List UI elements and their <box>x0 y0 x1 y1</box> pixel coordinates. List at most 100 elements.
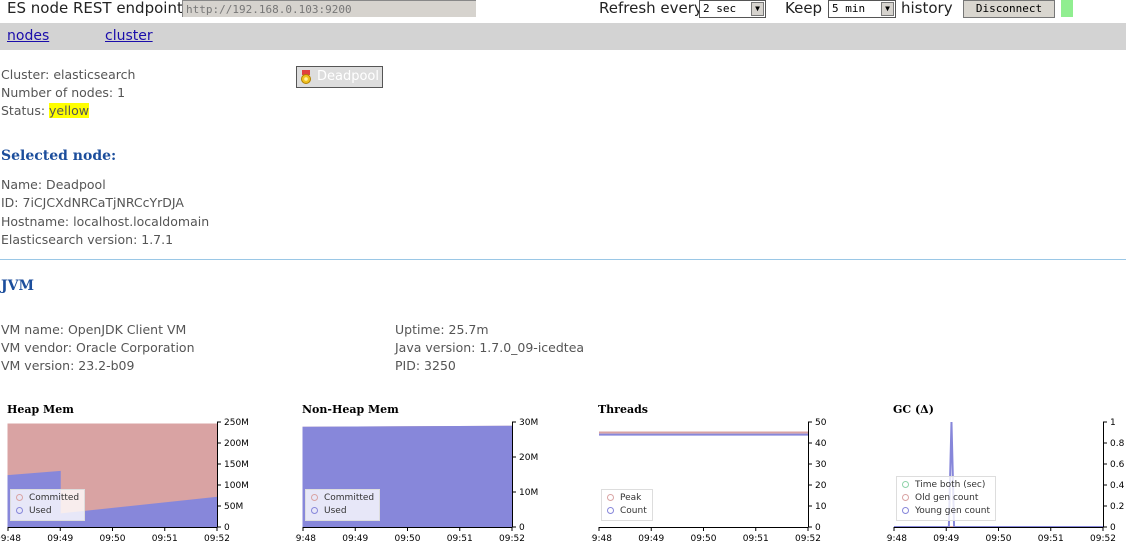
y-tick-label: 40 <box>815 439 827 449</box>
heap-mem-chart: 0 50M 100M 150M 200M 250M 09:48 09:49 09:50 09:51… <box>0 400 265 551</box>
y-tick-label: 10M <box>519 488 538 498</box>
legend-item: Peak <box>607 492 647 505</box>
legend-dot-icon <box>16 494 23 501</box>
x-tick-label: 09:49 <box>342 534 368 544</box>
chart-title: Non-Heap Mem <box>302 403 399 416</box>
legend-item: Young gen count <box>902 505 990 518</box>
y-tick-label: 0.4 <box>1110 481 1125 491</box>
legend-label: Time both (sec) <box>915 480 986 490</box>
connection-status-indicator <box>1061 0 1073 17</box>
x-tick-label: 09:48 <box>886 534 907 544</box>
legend-label: Young gen count <box>915 506 990 516</box>
legend-item: Used <box>16 505 79 518</box>
legend-dot-icon <box>902 481 909 488</box>
y-tick-label: 30 <box>815 460 827 470</box>
legend-dot-icon <box>902 507 909 514</box>
disconnect-button[interactable]: Disconnect <box>963 0 1055 18</box>
chart-svg: 0 50M 100M 150M 200M 250M 09:48 09:49 09:50 09:51… <box>0 418 249 544</box>
jvm-pid: PID: 3250 <box>395 358 456 373</box>
jvm-java-version: Java version: 1.7.0_09-icedtea <box>395 340 585 355</box>
selected-node-heading: Selected node: <box>1 148 117 164</box>
legend-label: Count <box>620 506 647 516</box>
legend-item: Time both (sec) <box>902 479 990 492</box>
x-tick-label: 09:50 <box>100 534 126 544</box>
legend-dot-icon <box>607 494 614 501</box>
threads-chart: 0 10 20 30 40 50 09:48 09:49 09:50 09:51 09:52 Thr… <box>591 400 856 551</box>
cluster-status: Status: yellow <box>1 103 89 118</box>
chart-legend: Peak Count <box>601 489 653 521</box>
nav-bar: nodes cluster <box>0 23 1126 50</box>
keep-label: Keep <box>785 0 823 17</box>
legend-item: Committed <box>16 492 79 505</box>
x-tick-label: 09:49 <box>47 534 73 544</box>
x-tick-label: 09:51 <box>447 534 473 544</box>
y-tick-label: 0 <box>815 523 821 533</box>
keep-history-select[interactable]: 5 min ▼ <box>828 0 896 18</box>
x-tick-label: 09:48 <box>591 534 612 544</box>
node-id: ID: 7iCJCXdNRCaTjNRCcYrDJA <box>1 195 184 210</box>
legend-dot-icon <box>902 494 909 501</box>
legend-dot-icon <box>16 507 23 514</box>
master-node-icon <box>301 70 311 84</box>
y-tick-label: 0 <box>519 523 525 533</box>
refresh-interval-select[interactable]: 2 sec ▼ <box>699 0 766 18</box>
x-tick-label: 09:52 <box>1090 534 1116 544</box>
non-heap-mem-chart: 0 10M 20M 30M 09:48 09:49 09:50 09:51 09:52 Non-… <box>295 400 560 551</box>
y-tick-label: 0.8 <box>1110 439 1125 449</box>
legend-item: Old gen count <box>902 492 990 505</box>
top-toolbar: ES node REST endpoint http://192.168.0.1… <box>0 0 1126 20</box>
y-tick-label: 1 <box>1110 418 1116 428</box>
chart-legend: Time both (sec) Old gen count Young gen co… <box>896 476 996 521</box>
jvm-vm-vendor: VM vendor: Oracle Corporation <box>1 340 195 355</box>
x-tick-label: 09:48 <box>0 534 21 544</box>
jvm-vm-version: VM version: 23.2-b09 <box>1 358 135 373</box>
legend-item: Count <box>607 505 647 518</box>
y-tick-label: 50 <box>815 418 827 428</box>
x-tick-label: 09:51 <box>152 534 178 544</box>
y-tick-label: 0.6 <box>1110 460 1125 470</box>
endpoint-input[interactable]: http://192.168.0.103:9200 <box>182 0 476 17</box>
chart-legend: Committed Used <box>10 489 86 521</box>
refresh-interval-value: 2 sec <box>703 2 737 15</box>
legend-label: Committed <box>324 493 375 503</box>
y-tick-label: 10 <box>815 502 827 512</box>
x-tick-label: 09:52 <box>499 534 525 544</box>
y-tick-label: 30M <box>519 418 538 428</box>
chart-svg: 0 10M 20M 30M 09:48 09:49 09:50 09:51 09:52 <box>295 418 538 544</box>
legend-dot-icon <box>607 507 614 514</box>
y-tick-label: 20M <box>519 453 538 463</box>
section-divider <box>0 259 1126 260</box>
node-button-deadpool[interactable]: Deadpool <box>296 66 383 88</box>
endpoint-label: ES node REST endpoint <box>7 0 183 17</box>
chevron-down-icon[interactable]: ▼ <box>881 2 894 16</box>
jvm-heading: JVM <box>1 278 34 294</box>
y-tick-label: 250M <box>224 418 249 428</box>
node-name: Name: Deadpool <box>1 177 106 192</box>
chart-svg: 0 10 20 30 40 50 09:48 09:49 09:50 09:51 09:52 <box>591 418 827 544</box>
nav-link-cluster[interactable]: cluster <box>105 28 153 44</box>
nav-link-nodes[interactable]: nodes <box>7 28 49 44</box>
legend-dot-icon <box>311 507 318 514</box>
y-tick-label: 0 <box>1110 523 1116 533</box>
chart-title: Heap Mem <box>7 403 74 416</box>
cluster-status-label: Status: <box>1 103 46 118</box>
legend-label: Used <box>29 506 52 516</box>
cluster-name: Cluster: elasticsearch <box>1 67 136 82</box>
history-label: history <box>901 0 953 17</box>
node-hostname: Hostname: localhost.localdomain <box>1 214 210 229</box>
cluster-node-count: Number of nodes: 1 <box>1 85 126 100</box>
keep-history-value: 5 min <box>832 2 866 15</box>
chevron-down-icon[interactable]: ▼ <box>751 2 764 16</box>
chart-legend: Committed Used <box>305 489 381 521</box>
y-tick-label: 200M <box>224 439 249 449</box>
legend-item: Used <box>311 505 374 518</box>
x-tick-label: 09:52 <box>204 534 230 544</box>
x-tick-label: 09:51 <box>743 534 769 544</box>
x-tick-label: 09:50 <box>395 534 421 544</box>
y-tick-label: 150M <box>224 460 249 470</box>
refresh-label: Refresh every <box>599 0 703 17</box>
x-tick-label: 09:50 <box>986 534 1012 544</box>
x-tick-label: 09:51 <box>1038 534 1064 544</box>
x-tick-label: 09:50 <box>691 534 717 544</box>
legend-label: Used <box>324 506 347 516</box>
